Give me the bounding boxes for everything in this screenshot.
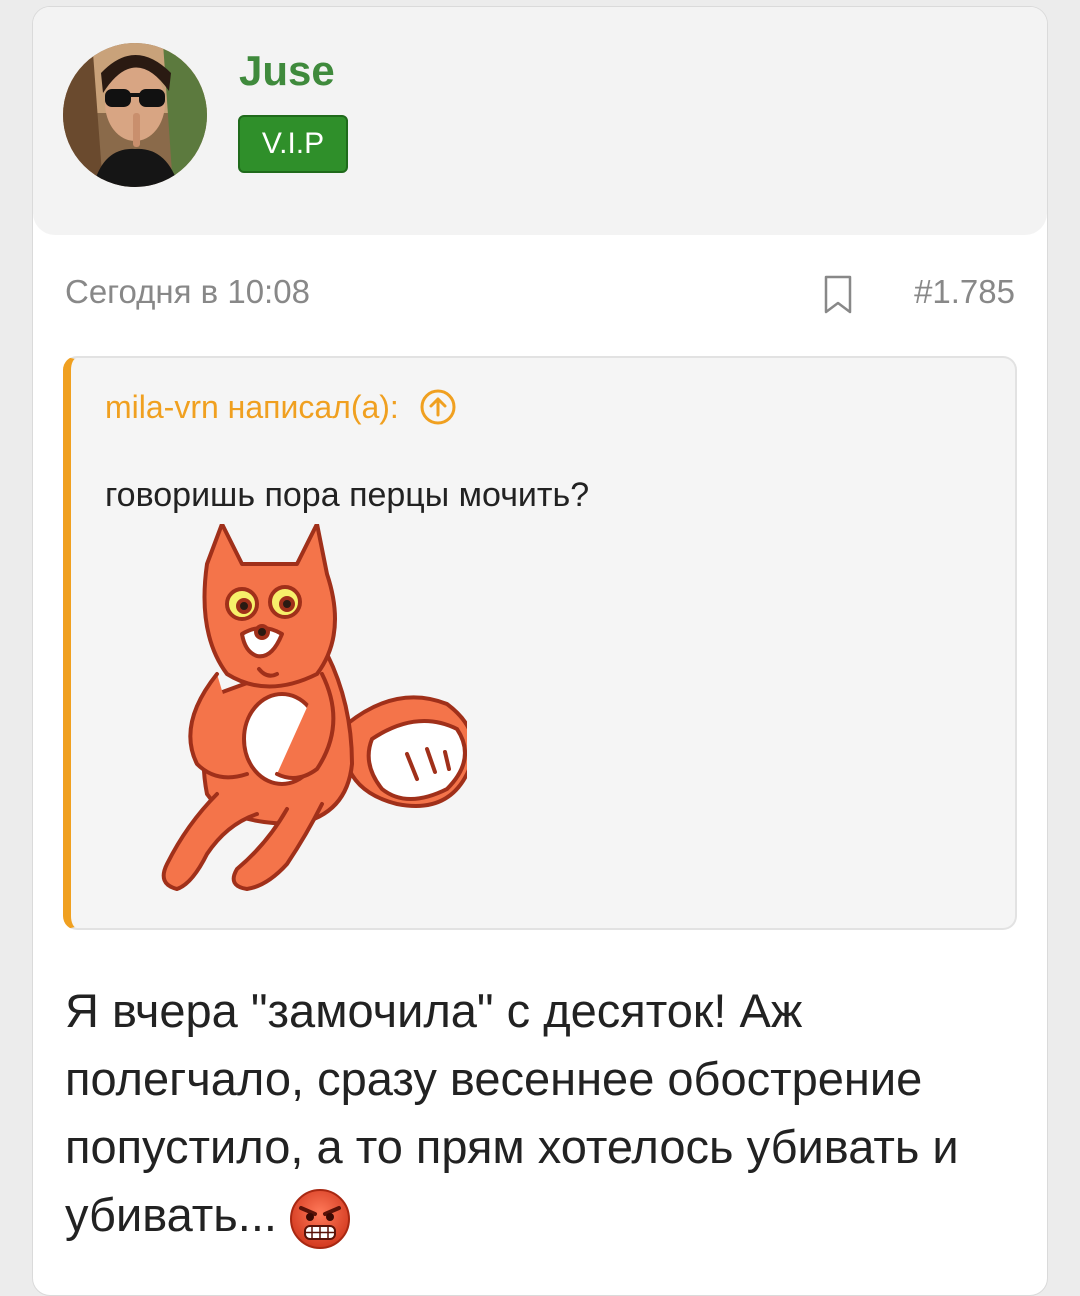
quote-text: говоришь пора перцы мочить? (105, 476, 590, 514)
quote-header: mila-vrn написал(а): (105, 388, 457, 426)
arrow-up-circle-icon[interactable] (419, 388, 457, 426)
quote-block: mila-vrn написал(а): говоришь пора перцы… (63, 356, 1017, 930)
angry-face-emoji (289, 1188, 351, 1250)
bookmark-icon[interactable] (823, 275, 853, 315)
post-number[interactable]: #1.785 (914, 273, 1015, 311)
reply-message: Я вчера "замочила" с десяток! Аж полегча… (65, 977, 1015, 1250)
quote-author[interactable]: mila-vrn написал(а): (105, 389, 399, 426)
reply-text: Я вчера "замочила" с десяток! Аж полегча… (65, 984, 959, 1241)
fox-sticker (147, 522, 476, 904)
post-date: Сегодня в 10:08 (65, 273, 310, 310)
author-panel: Juse V.I.P (33, 7, 1047, 235)
author-name[interactable]: Juse (239, 47, 335, 95)
avatar[interactable] (63, 43, 207, 187)
vip-badge: V.I.P (238, 115, 348, 173)
post-card: Juse V.I.P Сегодня в 10:08 #1.785 mila-v… (32, 6, 1048, 1296)
